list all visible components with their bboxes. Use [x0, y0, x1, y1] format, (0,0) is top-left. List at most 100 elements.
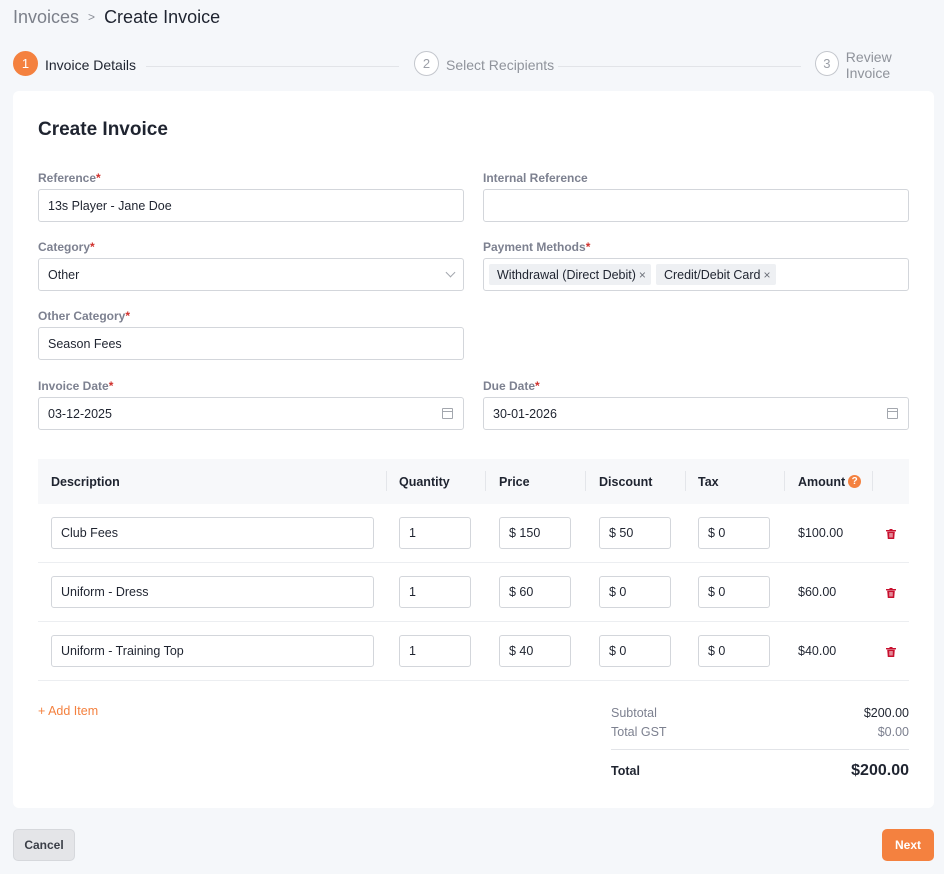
step-number: 1 [13, 50, 38, 76]
other-category-label: Other Category* [38, 309, 131, 323]
reference-label: Reference* [38, 171, 101, 185]
description-input[interactable]: Uniform - Training Top [51, 635, 374, 667]
header-tax: Tax [698, 474, 719, 489]
subtotal-label: Subtotal [611, 705, 657, 720]
tax-input[interactable]: $ 0 [698, 576, 770, 608]
discount-input[interactable]: $ 50 [599, 517, 671, 549]
subtotal-row: Subtotal $200.00 [611, 703, 909, 722]
trash-icon[interactable] [886, 529, 896, 539]
header-divider [872, 471, 873, 491]
due-date-label: Due Date* [483, 379, 540, 393]
close-icon[interactable]: × [764, 268, 771, 282]
invoice-date-field: Invoice Date* 03-12-2025 [38, 379, 464, 430]
breadcrumb: Invoices > Create Invoice [13, 5, 220, 29]
other-category-field: Other Category* Season Fees [38, 309, 464, 360]
chip-label: Withdrawal (Direct Debit) [497, 267, 636, 282]
total-value: $200.00 [851, 762, 909, 779]
gst-value: $0.00 [877, 724, 909, 739]
step-invoice-details: 1 Invoice Details [13, 50, 136, 76]
reference-field: Reference* 13s Player - Jane Doe [38, 171, 464, 222]
gst-row: Total GST $0.00 [611, 722, 909, 741]
total-label: Total [611, 764, 640, 778]
price-input[interactable]: $ 60 [499, 576, 571, 608]
gst-label: Total GST [611, 724, 667, 739]
calendar-icon[interactable] [887, 408, 898, 419]
payment-method-chip: Credit/Debit Card × [655, 264, 776, 285]
payment-methods-field: Payment Methods* Withdrawal (Direct Debi… [483, 240, 909, 291]
line-items-table: Description Quantity Price Discount Tax … [38, 459, 909, 681]
add-item-link[interactable]: + Add Item [38, 704, 98, 718]
header-discount: Discount [599, 474, 653, 489]
due-date-input[interactable]: 30-01-2026 [483, 397, 909, 430]
totals-divider [611, 749, 909, 750]
internal-reference-label: Internal Reference [483, 171, 588, 185]
header-divider [784, 471, 785, 491]
header-quantity: Quantity [399, 474, 450, 489]
payment-method-chip: Withdrawal (Direct Debit) × [489, 264, 651, 285]
price-input[interactable]: $ 150 [499, 517, 571, 549]
chevron-down-icon [445, 267, 456, 278]
category-value: Other [48, 267, 80, 282]
tax-input[interactable]: $ 0 [698, 635, 770, 667]
due-date-field: Due Date* 30-01-2026 [483, 379, 909, 430]
invoice-date-label: Invoice Date* [38, 379, 114, 393]
step-connector [558, 66, 801, 67]
trash-icon[interactable] [886, 647, 896, 657]
discount-input[interactable]: $ 0 [599, 576, 671, 608]
stepper: 1 Invoice Details 2 Select Recipients 3 … [13, 49, 935, 81]
due-date-value: 30-01-2026 [493, 406, 557, 421]
header-divider [485, 471, 486, 491]
step-connector [146, 66, 399, 67]
breadcrumb-separator: > [88, 10, 96, 24]
breadcrumb-current: Create Invoice [104, 6, 221, 27]
description-input[interactable]: Club Fees [51, 517, 374, 549]
quantity-input[interactable]: 1 [399, 576, 471, 608]
header-amount: Amount ? [798, 459, 862, 504]
total-row: Total $200.00 [611, 762, 909, 780]
amount-value: $100.00 [798, 526, 844, 540]
step-select-recipients: 2 Select Recipients [414, 50, 554, 76]
subtotal-value: $200.00 [863, 705, 909, 720]
table-row: Uniform - Training Top 1 $ 40 $ 0 $ 0 $4… [38, 622, 909, 681]
step-label: Select Recipients [446, 57, 555, 73]
next-button[interactable]: Next [882, 829, 934, 861]
step-label: Review Invoice [845, 49, 892, 81]
trash-icon[interactable] [886, 588, 896, 598]
form-title: Create Invoice [38, 119, 168, 140]
header-amount-label: Amount [798, 474, 846, 489]
category-select[interactable]: Other [38, 258, 464, 291]
totals-summary: Subtotal $200.00 Total GST $0.00 Total $… [611, 703, 909, 780]
header-price: Price [499, 474, 530, 489]
close-icon[interactable]: × [639, 268, 646, 282]
calendar-icon[interactable] [442, 408, 453, 419]
other-category-input[interactable]: Season Fees [38, 327, 464, 360]
category-field: Category* Other [38, 240, 464, 291]
reference-input[interactable]: 13s Player - Jane Doe [38, 189, 464, 222]
description-input[interactable]: Uniform - Dress [51, 576, 374, 608]
step-number: 2 [414, 50, 439, 76]
invoice-date-input[interactable]: 03-12-2025 [38, 397, 464, 430]
price-input[interactable]: $ 40 [499, 635, 571, 667]
chip-label: Credit/Debit Card [663, 267, 761, 282]
step-number: 3 [815, 50, 839, 76]
category-label: Category* [38, 240, 95, 254]
step-review-invoice: 3 Review Invoice [815, 49, 935, 81]
table-row: Club Fees 1 $ 150 $ 50 $ 0 $100.00 [38, 504, 909, 563]
quantity-input[interactable]: 1 [399, 517, 471, 549]
header-divider [585, 471, 586, 491]
cancel-button[interactable]: Cancel [13, 829, 75, 861]
payment-methods-label: Payment Methods* [483, 240, 591, 254]
table-header: Description Quantity Price Discount Tax … [38, 459, 909, 504]
payment-methods-select[interactable]: Withdrawal (Direct Debit) × Credit/Debit… [483, 258, 909, 291]
header-divider [685, 471, 686, 491]
tax-input[interactable]: $ 0 [698, 517, 770, 549]
invoice-form-card: Create Invoice Reference* 13s Player - J… [13, 91, 934, 808]
internal-reference-input[interactable] [483, 189, 909, 222]
discount-input[interactable]: $ 0 [599, 635, 671, 667]
breadcrumb-invoices-link[interactable]: Invoices [13, 7, 79, 28]
internal-reference-field: Internal Reference [483, 171, 909, 222]
quantity-input[interactable]: 1 [399, 635, 471, 667]
amount-value: $60.00 [798, 585, 837, 599]
step-label: Invoice Details [45, 57, 137, 73]
help-icon[interactable]: ? [848, 475, 862, 488]
